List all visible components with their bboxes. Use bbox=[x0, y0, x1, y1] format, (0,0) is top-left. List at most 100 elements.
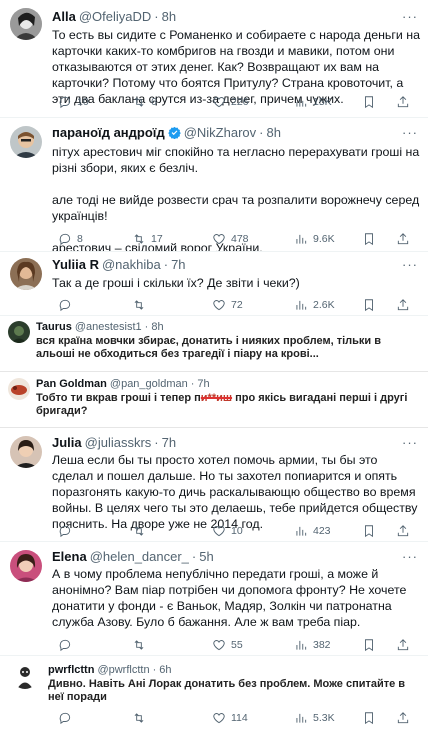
views-button[interactable]: 2.6K bbox=[294, 297, 335, 313]
author-handle[interactable]: @juliasskrs bbox=[85, 435, 152, 450]
share-button[interactable] bbox=[396, 710, 410, 726]
author-name[interactable]: Elena bbox=[52, 549, 87, 564]
repost-button[interactable]: 17 bbox=[132, 231, 163, 247]
tweet-elena[interactable]: Elena @helen_dancer_ · 5h ··· А в чому проб… bbox=[0, 542, 428, 656]
author-handle: @anestesist1 bbox=[74, 321, 142, 333]
view-count: 382 bbox=[313, 639, 331, 651]
separator-dot: · bbox=[154, 9, 159, 24]
author-name[interactable]: параноїд андроїд bbox=[52, 125, 165, 140]
heart-icon bbox=[213, 526, 225, 537]
author-name[interactable]: Yuliia R bbox=[52, 257, 99, 272]
share-button[interactable] bbox=[396, 523, 410, 539]
more-options-icon[interactable]: ··· bbox=[402, 9, 418, 24]
like-button[interactable]: 10 bbox=[212, 523, 243, 539]
share-icon bbox=[397, 96, 409, 108]
repost-button[interactable] bbox=[132, 297, 151, 313]
views-button[interactable]: 5.3K bbox=[294, 710, 335, 726]
reply-feed: Alla @OfeliyaDD · 8h ··· То есть вы сидите … bbox=[0, 0, 428, 730]
share-button[interactable] bbox=[396, 297, 410, 313]
repost-icon bbox=[134, 640, 144, 650]
avatar[interactable] bbox=[10, 550, 42, 582]
more-options-icon[interactable]: ··· bbox=[402, 125, 418, 140]
view-count: 2.6K bbox=[313, 299, 335, 311]
bookmark-button[interactable] bbox=[362, 710, 376, 726]
author-handle[interactable]: @nakhiba bbox=[102, 257, 161, 272]
views-button[interactable]: 9.6K bbox=[294, 231, 335, 247]
author-name[interactable]: Alla bbox=[52, 9, 76, 24]
avatar[interactable] bbox=[10, 258, 42, 290]
separator-dot: · bbox=[259, 125, 264, 140]
reply-button[interactable] bbox=[58, 637, 77, 653]
like-button[interactable]: 114 bbox=[212, 710, 248, 726]
bookmark-button[interactable] bbox=[362, 523, 376, 539]
repost-button[interactable] bbox=[132, 523, 151, 539]
reply-button[interactable] bbox=[58, 523, 77, 539]
repost-icon bbox=[134, 526, 144, 536]
bookmark-icon bbox=[365, 525, 373, 538]
repost-button[interactable] bbox=[132, 637, 151, 653]
like-count: 114 bbox=[231, 712, 248, 724]
repost-count: 6 bbox=[151, 96, 157, 108]
like-button[interactable]: 72 bbox=[212, 297, 243, 313]
tweet-paranoid[interactable]: параноїд андроїд @NikZharov · 8h ··· пітух … bbox=[0, 118, 428, 252]
tweet-alla[interactable]: Alla @OfeliyaDD · 8h ··· То есть вы сидите … bbox=[0, 0, 428, 118]
bookmark-button[interactable] bbox=[362, 637, 376, 653]
timestamp[interactable]: 8h bbox=[162, 9, 176, 24]
more-options-icon[interactable]: ··· bbox=[402, 435, 418, 450]
action-bar: 10 6 226 15K bbox=[58, 94, 418, 110]
reply-icon bbox=[59, 525, 71, 538]
views-button[interactable]: 382 bbox=[294, 637, 331, 653]
views-button[interactable]: 423 bbox=[294, 523, 331, 539]
author-name[interactable]: Julia bbox=[52, 435, 82, 450]
like-button[interactable]: 55 bbox=[212, 637, 243, 653]
repost-button[interactable]: 6 bbox=[132, 94, 157, 110]
repost-icon bbox=[134, 300, 144, 310]
timestamp[interactable]: 5h bbox=[199, 549, 213, 564]
separator-dot: · bbox=[191, 549, 197, 564]
avatar[interactable] bbox=[10, 8, 42, 40]
text-part: Тобто ти вкрав гроші і тепер п bbox=[36, 392, 201, 404]
share-button[interactable] bbox=[396, 637, 410, 653]
bookmark-button[interactable] bbox=[362, 231, 376, 247]
like-button[interactable]: 478 bbox=[212, 231, 249, 247]
timestamp[interactable]: 7h bbox=[162, 435, 176, 450]
repost-button[interactable] bbox=[132, 710, 151, 726]
tweet-text: Леша если бы ты просто хотел помочь арми… bbox=[52, 453, 418, 531]
reply-button[interactable]: 8 bbox=[58, 231, 83, 247]
share-button[interactable] bbox=[396, 231, 410, 247]
reply-button[interactable] bbox=[58, 710, 77, 726]
reply-count: 10 bbox=[77, 96, 89, 108]
views-button[interactable]: 15K bbox=[294, 94, 332, 110]
repost-count: 17 bbox=[151, 233, 163, 245]
reply-count: 8 bbox=[77, 233, 83, 245]
reply-button[interactable]: 10 bbox=[58, 94, 89, 110]
tweet-text: Тобто ти вкрав гроші і тепер пи**иш про … bbox=[36, 392, 420, 418]
bookmark-button[interactable] bbox=[362, 94, 376, 110]
bar-chart-icon bbox=[296, 640, 307, 650]
like-button[interactable]: 226 bbox=[212, 94, 249, 110]
bookmark-button[interactable] bbox=[362, 297, 376, 313]
like-count: 226 bbox=[231, 96, 249, 108]
share-icon bbox=[397, 299, 409, 311]
timestamp: 8h bbox=[151, 321, 164, 333]
author-handle[interactable]: @helen_dancer_ bbox=[90, 549, 189, 564]
avatar[interactable] bbox=[10, 126, 42, 158]
avatar[interactable] bbox=[10, 436, 42, 468]
author-handle[interactable]: @OfeliyaDD bbox=[79, 9, 151, 24]
timestamp: 6h bbox=[159, 664, 172, 676]
censored-word: и**иш bbox=[200, 392, 233, 404]
bookmark-icon bbox=[365, 712, 373, 725]
tweet-julia[interactable]: Julia @juliasskrs · 7h ··· Леша если бы ты … bbox=[0, 428, 428, 542]
separator-dot: · bbox=[152, 664, 157, 676]
bookmark-icon bbox=[365, 639, 373, 652]
reply-button[interactable] bbox=[58, 297, 77, 313]
more-options-icon[interactable]: ··· bbox=[402, 549, 418, 564]
author-handle[interactable]: @NikZharov bbox=[184, 125, 256, 140]
like-count: 72 bbox=[231, 299, 243, 311]
heart-icon bbox=[213, 713, 225, 724]
more-options-icon[interactable]: ··· bbox=[402, 257, 418, 272]
share-button[interactable] bbox=[396, 94, 410, 110]
timestamp[interactable]: 8h bbox=[266, 125, 280, 140]
tweet-yuliia[interactable]: Yuliia R @nakhiba · 7h ··· Так а де гроші і… bbox=[0, 252, 428, 316]
timestamp[interactable]: 7h bbox=[171, 257, 185, 272]
